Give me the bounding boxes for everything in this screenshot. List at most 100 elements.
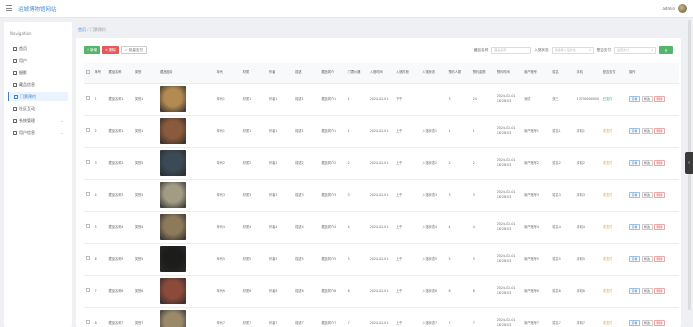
delete-row-button[interactable]: 删除 [654,288,666,294]
edit-button[interactable]: 修改 [641,128,653,134]
menu-icon[interactable] [6,5,12,11]
collection-image[interactable] [160,214,187,240]
collection-image[interactable] [160,86,187,112]
edit-button[interactable]: 修改 [641,96,653,102]
table-row[interactable]: 3 藏品名称2 类别2 年代2 材质2 作者2 描述2 藏品简介2 2 2024-02-01 上午入… [84,147,679,180]
column-header: 年代 [215,63,242,84]
table-row[interactable]: 8 藏品名称7 类别7 年代7 材质7 作者7 描述7 藏品简介7 7 2024-02-01 上午入… [84,307,679,327]
edit-button[interactable]: 修改 [641,320,653,326]
row-checkbox-cell[interactable] [84,147,94,180]
search-button[interactable]: ⚲ [659,46,673,54]
edit-button[interactable]: 修改 [641,192,653,198]
row-checkbox-cell[interactable] [84,83,94,116]
table-row[interactable]: 1 藏品名称1 类别1 年代1 材质1 作者1 描述1 藏品简介1 1 2024-02-01 下午 3… [84,83,679,116]
cell-uname: 姓名7 [550,307,576,327]
delete-row-button[interactable]: 删除 [654,192,666,198]
view-button[interactable]: 查看 [628,192,640,198]
delete-row-button[interactable]: 删除 [654,96,666,102]
view-button[interactable]: 查看 [628,224,640,230]
row-checkbox-cell[interactable] [84,211,94,244]
cell-paid: 已支付 [601,83,628,116]
cell-count: 3 [446,179,472,212]
collection-image[interactable] [160,150,187,176]
row-checkbox-cell[interactable] [84,243,94,276]
collection-image[interactable] [160,246,187,272]
view-button[interactable]: 查看 [628,96,640,102]
row-actions-cell: 查看 修改 删除 [627,275,679,308]
delete-row-button[interactable]: 删除 [654,224,666,230]
name-filter-input[interactable]: 藏品名称 [491,46,532,54]
batch-pay-button[interactable]: ✓ 批量支付 [120,46,147,54]
delete-row-button[interactable]: 删除 [654,160,666,166]
cell-slot: 上午 [394,243,421,276]
view-button[interactable]: 查看 [628,128,640,134]
view-button[interactable]: 查看 [628,256,640,262]
cell-slot: 上午 [394,307,421,327]
cell-intro: 藏品简介1 [319,83,347,116]
cell-amount: 4 [471,211,496,244]
cell-era: 年代5 [215,243,242,276]
sidebar-item-6[interactable]: 系统管理 ⌄ [8,116,68,125]
row-checkbox-cell[interactable] [84,179,94,212]
row-checkbox[interactable] [85,288,90,292]
cell-state: 入馆状态6 [420,275,447,308]
row-checkbox[interactable] [85,256,90,260]
table-row[interactable]: 2 藏品名称1 类别1 年代1 材质1 作者1 描述1 藏品简介1 1 2024-02-01 上午入… [84,115,679,148]
row-checkbox-cell[interactable] [84,307,94,327]
username[interactable]: admin [662,6,675,11]
row-checkbox-cell[interactable] [84,115,94,148]
collection-image[interactable] [160,182,187,208]
table-row[interactable]: 4 藏品名称3 类别3 年代3 材质3 作者3 描述3 藏品简介3 3 2024-02-01 上午入… [84,179,679,212]
status-filter-select[interactable]: 请选择入馆状态 ▾ [551,46,594,54]
table-row[interactable]: 5 藏品名称4 类别4 年代4 材质4 作者4 描述4 藏品简介4 4 2024-02-01 上午入… [84,211,679,244]
row-checkbox[interactable] [85,128,90,132]
table-row[interactable]: 6 藏品名称5 类别5 年代5 材质5 作者5 描述5 藏品简介5 5 2024-02-01 上午入… [84,243,679,276]
row-checkbox-cell[interactable] [84,275,94,308]
edit-button[interactable]: 修改 [641,256,653,262]
view-button[interactable]: 查看 [628,160,640,166]
select-all-checkbox[interactable] [85,69,90,74]
cell-time: 2024-02-01 16:28:03 [495,307,523,327]
table-header-row: 序号 藏品名称 类别 藏品图片 年代 材质 作者 描述 藏品简介 门票价格 入馆时间 入馆时段 入馆状态… [84,63,679,84]
pay-filter-select[interactable]: 是否支付 ▾ [614,46,656,54]
delete-row-button[interactable]: 删除 [654,320,666,326]
collection-image[interactable] [160,118,187,144]
sidebar-item-2[interactable]: 摄影 [8,68,68,77]
cell-count: 4 [446,211,472,244]
delete-row-button[interactable]: 删除 [654,128,666,134]
sidebar-item-5[interactable]: 社区互动 [8,104,68,113]
add-button[interactable]: + 新增 [84,46,101,54]
sidebar-item-3[interactable]: 藏品信息 [8,80,68,89]
view-button[interactable]: 查看 [628,288,640,294]
cell-phone: 手机2 [575,147,602,180]
side-toggle-tab[interactable]: ‹ [685,152,693,174]
breadcrumb-home[interactable]: 首页 [78,27,86,32]
row-checkbox[interactable] [85,96,90,100]
delete-row-button[interactable]: 删除 [654,256,666,262]
collection-image[interactable] [160,278,187,304]
row-checkbox[interactable] [85,320,90,324]
cell-cat: 类别3 [133,179,159,212]
sidebar-item-label: 藏品信息 [19,81,35,87]
table-row[interactable]: 7 藏品名称6 类别6 年代6 材质6 作者6 描述6 藏品简介6 6 2024-02-01 上午入… [84,275,679,308]
avatar[interactable] [678,4,687,13]
sidebar-item-0[interactable]: 首页 [8,44,68,53]
row-checkbox[interactable] [85,160,90,164]
edit-button[interactable]: 修改 [641,160,653,166]
delete-button[interactable]: ✕ 删除 [102,46,119,54]
column-header: 姓名 [550,63,576,84]
sidebar-item-label: 系统管理 [19,117,35,123]
collection-image[interactable] [160,310,187,327]
sidebar-item-1[interactable]: 用户 [8,56,68,65]
sidebar-item-4[interactable]: 门票预约 [8,92,68,101]
edit-button[interactable]: 修改 [641,224,653,230]
select-all-checkbox-cell[interactable] [84,63,94,84]
cell-date: 2024-02-01 [368,179,395,212]
row-checkbox[interactable] [85,192,90,196]
view-button[interactable]: 查看 [628,320,640,326]
cell-mat: 材质7 [241,307,268,327]
cell-name: 藏品名称4 [107,211,134,244]
sidebar-item-7[interactable]: 用户信息 ⌄ [8,128,68,137]
row-checkbox[interactable] [85,224,90,228]
edit-button[interactable]: 修改 [641,288,653,294]
